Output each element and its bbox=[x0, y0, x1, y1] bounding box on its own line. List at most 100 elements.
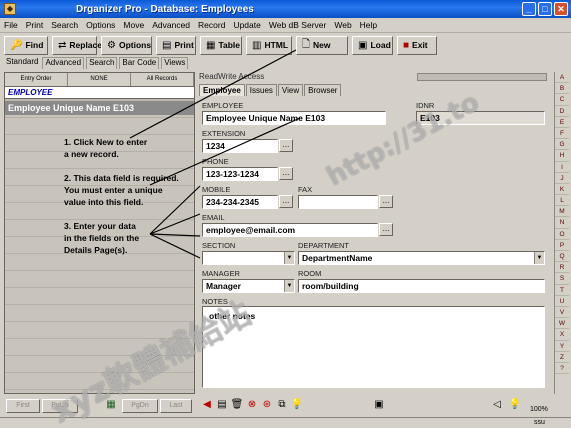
menu-update[interactable]: Update bbox=[233, 20, 260, 30]
alphabet-letter[interactable]: R bbox=[555, 262, 569, 274]
tab-employee[interactable]: Employee bbox=[199, 84, 245, 96]
alphabet-letter[interactable]: X bbox=[555, 329, 569, 341]
html-button[interactable]: ▥ HTML bbox=[246, 35, 292, 55]
exit-button[interactable]: ■ Exit bbox=[397, 35, 437, 55]
tab-advanced[interactable]: Advanced bbox=[42, 57, 85, 69]
manager-select[interactable]: Manager bbox=[202, 279, 295, 293]
alphabet-letter[interactable]: I bbox=[555, 162, 569, 173]
idnr-field[interactable]: E103 bbox=[416, 111, 545, 125]
extension-more-button[interactable]: ... bbox=[279, 139, 293, 152]
alphabet-letter[interactable]: Q bbox=[555, 251, 569, 263]
menu-advanced[interactable]: Advanced bbox=[152, 20, 190, 30]
replace-button[interactable]: ⇄ Replace bbox=[52, 35, 102, 55]
first-record-button[interactable]: First bbox=[6, 399, 40, 413]
load-button[interactable]: ▣ Load bbox=[352, 35, 393, 55]
alphabet-letter[interactable]: K bbox=[555, 184, 569, 196]
menu-options[interactable]: Options bbox=[86, 20, 115, 30]
phone-more-button[interactable]: ... bbox=[279, 167, 293, 180]
tab-bar-code[interactable]: Bar Code bbox=[119, 57, 160, 69]
menu-record[interactable]: Record bbox=[198, 20, 225, 30]
back-arrow-icon[interactable]: ◀ bbox=[200, 397, 214, 413]
department-select[interactable]: DepartmentName bbox=[298, 251, 545, 265]
stop-icon[interactable]: ⊗ bbox=[245, 397, 259, 413]
tab-views[interactable]: Views bbox=[161, 57, 189, 69]
tab-browser[interactable]: Browser bbox=[304, 84, 342, 96]
tab-view[interactable]: View bbox=[277, 84, 304, 96]
scroll-left-icon[interactable]: ◁ bbox=[490, 397, 504, 413]
minimize-button[interactable]: _ bbox=[522, 2, 536, 16]
all-records-button[interactable]: All Records bbox=[131, 73, 194, 86]
section-select[interactable] bbox=[202, 251, 295, 265]
menu-search[interactable]: Search bbox=[51, 20, 78, 30]
menu-web-db-server[interactable]: Web dB Server bbox=[269, 20, 326, 30]
fax-field[interactable] bbox=[298, 195, 378, 209]
phone-field[interactable]: 123-123-1234 bbox=[202, 167, 278, 181]
save-record-icon[interactable]: ▣ bbox=[372, 397, 386, 413]
alphabet-letter[interactable]: ? bbox=[555, 363, 569, 375]
fax-more-button[interactable]: ... bbox=[379, 195, 393, 208]
chevron-down-icon[interactable]: ▼ bbox=[284, 280, 294, 292]
alphabet-letter[interactable]: D bbox=[555, 106, 569, 117]
entry-order-button[interactable]: Entry Order bbox=[5, 73, 68, 86]
maximize-button[interactable]: □ bbox=[538, 2, 552, 16]
menu-file[interactable]: File bbox=[4, 20, 18, 30]
alphabet-letter[interactable]: J bbox=[555, 173, 569, 184]
last-record-button[interactable]: Last bbox=[160, 399, 192, 413]
alphabet-letter[interactable]: W bbox=[555, 318, 569, 330]
tab-search[interactable]: Search bbox=[86, 57, 118, 69]
close-button[interactable]: ✕ bbox=[554, 2, 568, 16]
delete-icon[interactable]: 🗑 bbox=[230, 397, 244, 413]
page-up-button[interactable]: PgUp bbox=[42, 399, 78, 413]
alphabet-letter[interactable]: S bbox=[555, 273, 569, 285]
list-item-selected[interactable]: Employee Unique Name E103 bbox=[5, 101, 194, 115]
alphabet-letter[interactable]: F bbox=[555, 128, 569, 140]
mobile-more-button[interactable]: ... bbox=[279, 195, 293, 208]
alphabet-letter[interactable]: A bbox=[555, 72, 569, 84]
replace-icon: ⇄ bbox=[58, 39, 67, 51]
alphabet-letter[interactable]: C bbox=[555, 94, 569, 106]
menu-move[interactable]: Move bbox=[123, 20, 144, 30]
alphabet-letter[interactable]: Y bbox=[555, 341, 569, 352]
tab-standard[interactable]: Standard bbox=[4, 57, 41, 69]
options-button[interactable]: ⚙ Options bbox=[101, 35, 152, 55]
alphabet-letter[interactable]: Z bbox=[555, 352, 569, 363]
print-icon[interactable]: ▤ bbox=[215, 397, 229, 413]
page-down-button[interactable]: PgDn bbox=[122, 399, 158, 413]
alphabet-letter[interactable]: U bbox=[555, 296, 569, 307]
alphabet-letter[interactable]: G bbox=[555, 139, 569, 151]
alphabet-letter[interactable]: O bbox=[555, 229, 569, 240]
menu-web[interactable]: Web bbox=[334, 20, 351, 30]
email-more-button[interactable]: ... bbox=[379, 223, 393, 236]
employee-field[interactable]: Employee Unique Name E103 bbox=[202, 111, 386, 125]
alphabet-letter[interactable]: N bbox=[555, 217, 569, 229]
notes-field[interactable]: other notes bbox=[202, 306, 545, 388]
alphabet-letter[interactable]: P bbox=[555, 240, 569, 251]
alphabet-letter[interactable]: E bbox=[555, 117, 569, 128]
copy-icon[interactable]: ⧉ bbox=[275, 397, 289, 413]
print-button[interactable]: ▤ Print bbox=[156, 35, 196, 55]
find-button[interactable]: 🔑 Find bbox=[4, 35, 48, 55]
alphabet-letter[interactable]: H bbox=[555, 150, 569, 162]
alphabet-letter[interactable]: V bbox=[555, 307, 569, 319]
alphabet-letter[interactable]: B bbox=[555, 83, 569, 95]
access-label: ReadWrite Access bbox=[199, 72, 265, 81]
room-field[interactable]: room/building bbox=[298, 279, 545, 293]
toolbox-icon[interactable]: ▦ bbox=[104, 397, 118, 413]
mobile-field[interactable]: 234-234-2345 bbox=[202, 195, 278, 209]
filter-none-button[interactable]: NONE bbox=[68, 73, 131, 86]
chevron-down-icon[interactable]: ▼ bbox=[284, 252, 294, 264]
alphabet-letter[interactable]: M bbox=[555, 206, 569, 218]
table-button[interactable]: ▦ Table bbox=[200, 35, 242, 55]
new-button[interactable]: 🗋 New bbox=[296, 35, 348, 55]
menu-print[interactable]: Print bbox=[26, 20, 43, 30]
alphabet-letter[interactable]: T bbox=[555, 285, 569, 296]
help-icon[interactable]: ⊛ bbox=[260, 397, 274, 413]
chevron-down-icon[interactable]: ▼ bbox=[534, 252, 544, 264]
extension-field[interactable]: 1234 bbox=[202, 139, 278, 153]
lightbulb-status-icon[interactable]: 💡 bbox=[508, 397, 522, 413]
tab-issues[interactable]: Issues bbox=[245, 84, 277, 96]
lightbulb-icon[interactable]: 💡 bbox=[290, 397, 304, 413]
email-field[interactable]: employee@email.com bbox=[202, 223, 378, 237]
alphabet-letter[interactable]: L bbox=[555, 195, 569, 207]
menu-help[interactable]: Help bbox=[360, 20, 377, 30]
